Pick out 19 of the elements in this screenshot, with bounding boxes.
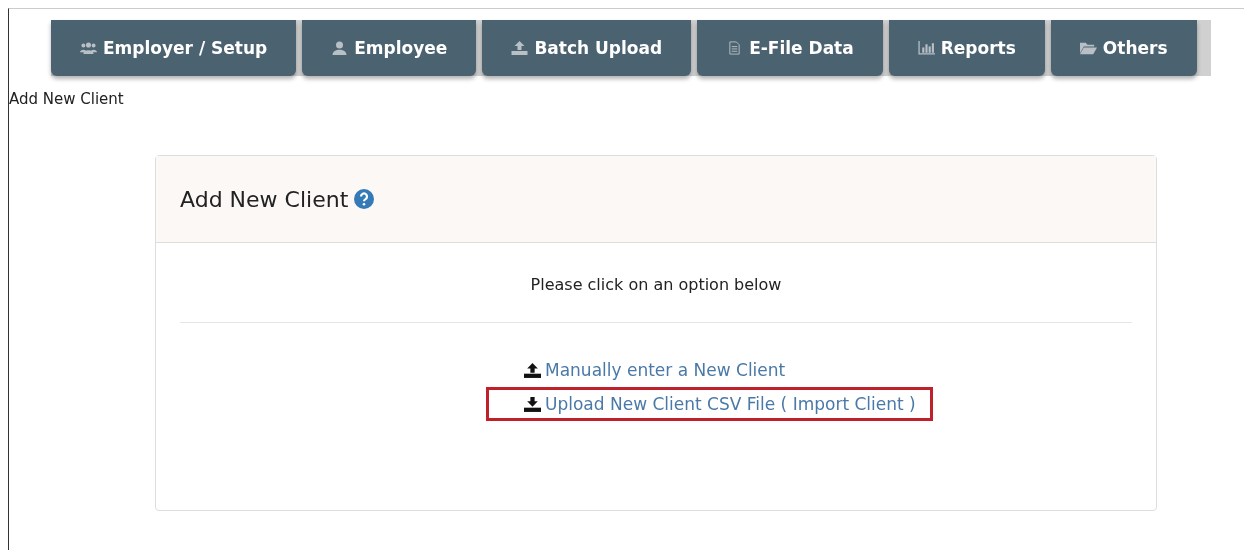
nav-tab[interactable]: Reports [888, 20, 1045, 76]
upload-icon [511, 41, 529, 55]
help-icon[interactable] [354, 189, 375, 209]
option-link[interactable]: Manually enter a New Client [524, 360, 786, 380]
nav-tab[interactable]: Batch Upload [482, 20, 692, 76]
panel-title: Add New Client [180, 186, 349, 212]
nav-tab[interactable]: Employee [302, 20, 477, 76]
nav-tab[interactable]: Employer / Setup [51, 20, 297, 76]
folder-icon [1079, 41, 1097, 55]
users-icon [80, 41, 97, 55]
upload-icon [524, 362, 541, 378]
instruction-text: Please click on an option below [529, 275, 783, 294]
nav-tab[interactable]: E-File Data [697, 20, 883, 76]
download-icon [524, 396, 541, 412]
user-icon [331, 41, 349, 55]
bar-chart-icon [917, 41, 935, 55]
page-title: Add New Client [9, 90, 125, 108]
option-link[interactable]: Upload New Client CSV File ( Import Client ) [524, 394, 916, 414]
nav-tab[interactable]: Others [1050, 20, 1197, 76]
